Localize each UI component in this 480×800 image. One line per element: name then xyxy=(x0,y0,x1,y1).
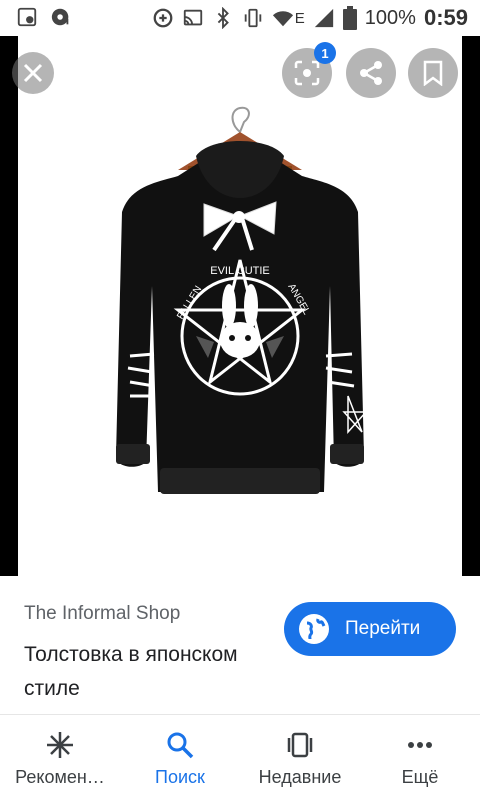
screen-record-icon xyxy=(17,7,37,27)
nav-item-more[interactable]: Ещё xyxy=(360,715,480,800)
lens-badge: 1 xyxy=(314,42,336,64)
battery-percent: 100% xyxy=(364,6,416,29)
globe-icon xyxy=(299,614,329,644)
more-icon xyxy=(404,729,436,761)
close-icon xyxy=(23,63,43,83)
clock: 0:59 xyxy=(423,5,468,30)
vibrate-icon xyxy=(244,8,262,28)
cast-icon xyxy=(183,9,202,26)
share-button[interactable] xyxy=(346,48,396,98)
share-icon xyxy=(360,61,382,85)
nav-item-recent[interactable]: Недавние xyxy=(240,715,360,800)
nav-label-recent: Недавние xyxy=(258,767,342,787)
wifi-group: E xyxy=(272,7,305,29)
nav-item-recommendations[interactable]: Рекомен… xyxy=(0,715,120,800)
battery-icon xyxy=(342,6,357,30)
result-info: The Informal Shop Толстовка в японском с… xyxy=(0,576,480,714)
lens-button[interactable]: 1 xyxy=(282,42,336,98)
product-image[interactable]: EVIL CUTIE FALLEN ANGEL xyxy=(18,36,462,576)
bluetooth-icon xyxy=(217,7,229,29)
network-type-label: E xyxy=(294,9,305,27)
print-text-evil-cutie: EVIL CUTIE xyxy=(210,265,270,277)
hoodie-illustration: EVIL CUTIE FALLEN ANGEL xyxy=(116,106,368,494)
wifi-icon xyxy=(272,11,293,27)
visit-label: Перейти xyxy=(345,618,421,639)
signal-icon xyxy=(314,8,333,28)
bottom-navigation: Рекомен… Поиск Недавние Ещё xyxy=(0,714,480,800)
nav-label-recommendations: Рекомен… xyxy=(15,767,105,787)
visit-button[interactable]: Перейти xyxy=(284,602,456,656)
status-bar: E 100% 0:59 xyxy=(0,0,480,36)
nav-item-search[interactable]: Поиск xyxy=(120,715,240,800)
source-name[interactable]: The Informal Shop xyxy=(24,603,180,625)
recent-icon xyxy=(284,729,316,761)
close-button[interactable] xyxy=(12,52,54,94)
data-saver-icon xyxy=(153,8,173,28)
lens-icon xyxy=(294,60,320,86)
image-viewer: EVIL CUTIE FALLEN ANGEL 1 xyxy=(0,36,480,576)
nav-label-search: Поиск xyxy=(155,767,205,787)
nav-label-more: Ещё xyxy=(401,767,439,787)
music-icon xyxy=(51,8,69,26)
result-title[interactable]: Толстовка в японском стиле xyxy=(24,638,274,706)
asterisk-icon xyxy=(44,729,76,761)
bookmark-button[interactable] xyxy=(408,48,458,98)
bookmark-icon xyxy=(423,60,443,86)
search-icon xyxy=(164,729,196,761)
